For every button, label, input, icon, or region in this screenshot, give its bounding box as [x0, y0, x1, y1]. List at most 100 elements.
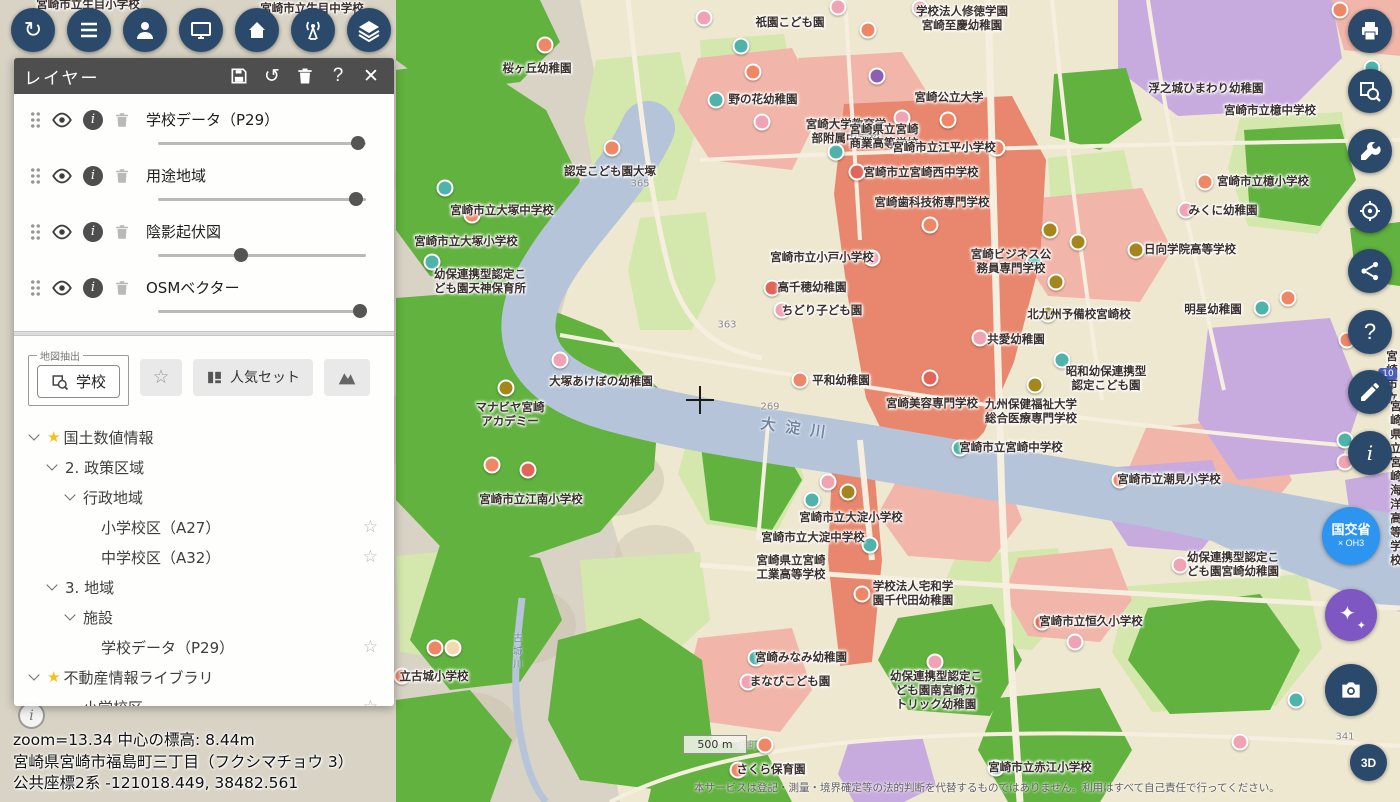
school-marker[interactable]: [1332, 2, 1349, 19]
drag-handle-icon[interactable]: [30, 111, 41, 128]
school-marker[interactable]: [854, 586, 871, 603]
tree-item[interactable]: ★ 学校データ（P29） ☆: [14, 632, 394, 662]
chevron-down-icon[interactable]: [46, 459, 57, 470]
drag-handle-icon[interactable]: [30, 167, 41, 184]
school-marker[interactable]: [862, 537, 879, 554]
school-marker[interactable]: [708, 92, 725, 109]
school-marker[interactable]: [552, 352, 569, 369]
school-marker[interactable]: [894, 110, 911, 127]
school-marker[interactable]: [1042, 222, 1059, 239]
print-button[interactable]: [1348, 9, 1392, 53]
home-button[interactable]: [235, 8, 279, 52]
school-marker[interactable]: [952, 440, 969, 457]
school-marker[interactable]: [1128, 242, 1145, 259]
slider-thumb[interactable]: [353, 304, 367, 318]
tree-item[interactable]: ★ 不動産情報ライブラリ ☆: [14, 662, 394, 692]
account-button[interactable]: [123, 8, 167, 52]
school-marker[interactable]: [1070, 234, 1087, 251]
drag-handle-icon[interactable]: [30, 279, 41, 296]
slider-thumb[interactable]: [234, 248, 248, 262]
school-marker[interactable]: [972, 330, 989, 347]
layer-opacity-slider[interactable]: [158, 135, 366, 151]
edit-button[interactable]: [1348, 370, 1392, 414]
drag-handle-icon[interactable]: [30, 223, 41, 240]
school-marker[interactable]: [860, 22, 877, 39]
school-marker[interactable]: [840, 484, 857, 501]
panel-close-button[interactable]: ✕: [358, 63, 384, 89]
school-marker[interactable]: [424, 254, 441, 271]
school-marker[interactable]: [774, 302, 791, 319]
star-toggle-icon[interactable]: ☆: [363, 637, 378, 657]
layer-trash-icon[interactable]: [113, 166, 131, 186]
locate-button[interactable]: [1348, 189, 1392, 233]
school-marker[interactable]: [1067, 634, 1084, 651]
layer-trash-icon[interactable]: [113, 278, 131, 298]
layer-opacity-slider[interactable]: [158, 247, 366, 263]
school-marker[interactable]: [869, 68, 886, 85]
school-marker[interactable]: [792, 372, 809, 389]
map-search-button[interactable]: [1348, 69, 1392, 113]
tree-item[interactable]: ★ 中学校区（A32） ☆: [14, 542, 394, 572]
school-marker[interactable]: [1027, 377, 1044, 394]
school-marker[interactable]: [1254, 300, 1271, 317]
school-marker[interactable]: [1026, 254, 1043, 271]
tree-item[interactable]: ★ 小学校区 ☆: [14, 692, 394, 706]
visibility-eye-icon[interactable]: [51, 109, 73, 131]
layer-info-icon[interactable]: i: [83, 110, 103, 130]
favorites-button[interactable]: ☆: [140, 359, 182, 396]
school-marker[interactable]: [730, 762, 747, 779]
school-marker[interactable]: [445, 640, 462, 657]
school-marker[interactable]: [1048, 274, 1065, 291]
school-marker[interactable]: [696, 10, 713, 27]
school-marker[interactable]: [1112, 472, 1129, 489]
screen-button[interactable]: [179, 8, 223, 52]
info-button[interactable]: i: [1348, 431, 1392, 475]
school-marker[interactable]: [757, 737, 774, 754]
tree-item[interactable]: ★ 行政地域 ☆: [14, 482, 394, 512]
layer-trash-icon[interactable]: [113, 110, 131, 130]
school-marker[interactable]: [464, 207, 481, 224]
chevron-down-icon[interactable]: [64, 489, 75, 500]
school-marker[interactable]: [849, 164, 866, 181]
save-layers-button[interactable]: [226, 63, 252, 89]
layer-info-icon[interactable]: i: [83, 222, 103, 242]
school-marker[interactable]: [754, 114, 771, 131]
school-marker[interactable]: [745, 64, 762, 81]
school-marker[interactable]: [1040, 306, 1057, 323]
school-marker[interactable]: [427, 640, 444, 657]
school-marker[interactable]: [922, 217, 939, 234]
broadcast-button[interactable]: [291, 8, 335, 52]
school-marker[interactable]: [1178, 202, 1195, 219]
school-marker[interactable]: [394, 668, 411, 685]
school-marker[interactable]: [484, 457, 501, 474]
star-toggle-icon[interactable]: ☆: [363, 697, 378, 706]
tools-button[interactable]: [1348, 129, 1392, 173]
share-button[interactable]: [1348, 249, 1392, 293]
clear-layers-button[interactable]: [292, 63, 318, 89]
school-marker[interactable]: [1054, 352, 1071, 369]
school-marker[interactable]: [1034, 614, 1051, 631]
school-marker[interactable]: [604, 140, 621, 157]
school-marker[interactable]: [940, 112, 957, 129]
school-marker[interactable]: [922, 370, 939, 387]
tree-item[interactable]: ★ 施設 ☆: [14, 602, 394, 632]
school-marker[interactable]: [912, 0, 929, 17]
panel-help-button[interactable]: ?: [325, 63, 351, 89]
tree-item[interactable]: ★ 小学校区（A27） ☆: [14, 512, 394, 542]
school-marker[interactable]: [764, 280, 781, 297]
layer-opacity-slider[interactable]: [158, 191, 366, 207]
reset-layers-button[interactable]: ↺: [259, 63, 285, 89]
menu-button[interactable]: [67, 8, 111, 52]
chevron-down-icon[interactable]: [28, 669, 39, 680]
school-marker[interactable]: [1197, 174, 1214, 191]
chevron-down-icon[interactable]: [64, 609, 75, 620]
chevron-down-icon[interactable]: [46, 579, 57, 590]
tree-item[interactable]: ★ 3. 地域 ☆: [14, 572, 394, 602]
school-marker[interactable]: [1280, 290, 1297, 307]
slider-thumb[interactable]: [349, 192, 363, 206]
school-extract-button[interactable]: 学校: [37, 365, 120, 398]
star-toggle-icon[interactable]: ☆: [363, 547, 378, 567]
visibility-eye-icon[interactable]: [51, 277, 73, 299]
popular-sets-button[interactable]: 人気セット: [193, 359, 313, 396]
mini-info-button[interactable]: i: [18, 702, 45, 729]
